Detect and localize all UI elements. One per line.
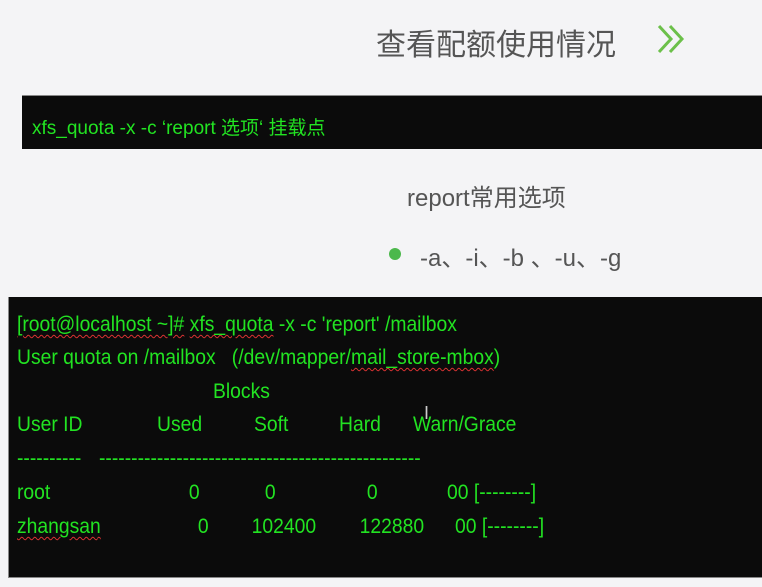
row-hard: 0 [367, 481, 378, 504]
row-user: root [17, 481, 51, 504]
row-soft: 0 [265, 481, 276, 504]
double-chevron-right-icon [657, 24, 685, 54]
options-list: -a、-i、-b 、-u、-g [420, 245, 622, 272]
row-warn-grace: 00 [--------] [455, 515, 545, 538]
bullet-dot-icon [389, 248, 401, 260]
blocks-label: Blocks [213, 380, 270, 403]
separator-long: ----------------------------------------… [99, 447, 421, 470]
row-soft: 102400 [251, 515, 316, 538]
options-title: report常用选项 [407, 185, 566, 212]
command-line: [root@localhost ~]# xfs_quota -x -c 'rep… [17, 313, 457, 337]
quota-header: User quota on /mailbox (/dev/mapper/mail… [17, 346, 500, 370]
row-hard: 122880 [359, 515, 424, 538]
syntax-box: xfs_quota -x -c ‘report 选项‘ 挂载点 [22, 95, 762, 149]
syntax-text: xfs_quota -x -c ‘report 选项‘ 挂载点 [32, 118, 326, 139]
column-used: Used [157, 413, 203, 436]
column-user-id: User ID [17, 413, 83, 436]
header-device: mail_store-mbox [350, 346, 494, 369]
row-warn-grace: 00 [--------] [447, 481, 537, 504]
separator-short: ---------- [17, 447, 82, 470]
column-soft: Soft [254, 413, 289, 436]
slide-title: 查看配额使用情况 [376, 29, 616, 62]
row-used: 0 [189, 481, 200, 504]
column-hard: Hard [339, 413, 381, 436]
prompt: [root@localhost ~]# [17, 313, 185, 336]
command-name: xfs_quota [189, 313, 274, 336]
text-cursor-icon: I [424, 403, 430, 423]
row-used: 0 [198, 515, 209, 538]
header-suffix: ) [493, 346, 501, 369]
header-prefix: User quota on /mailbox (/dev/mapper/ [17, 346, 351, 369]
command-args: -x -c 'report' /mailbox [278, 313, 457, 336]
row-user: zhangsan [17, 515, 101, 538]
